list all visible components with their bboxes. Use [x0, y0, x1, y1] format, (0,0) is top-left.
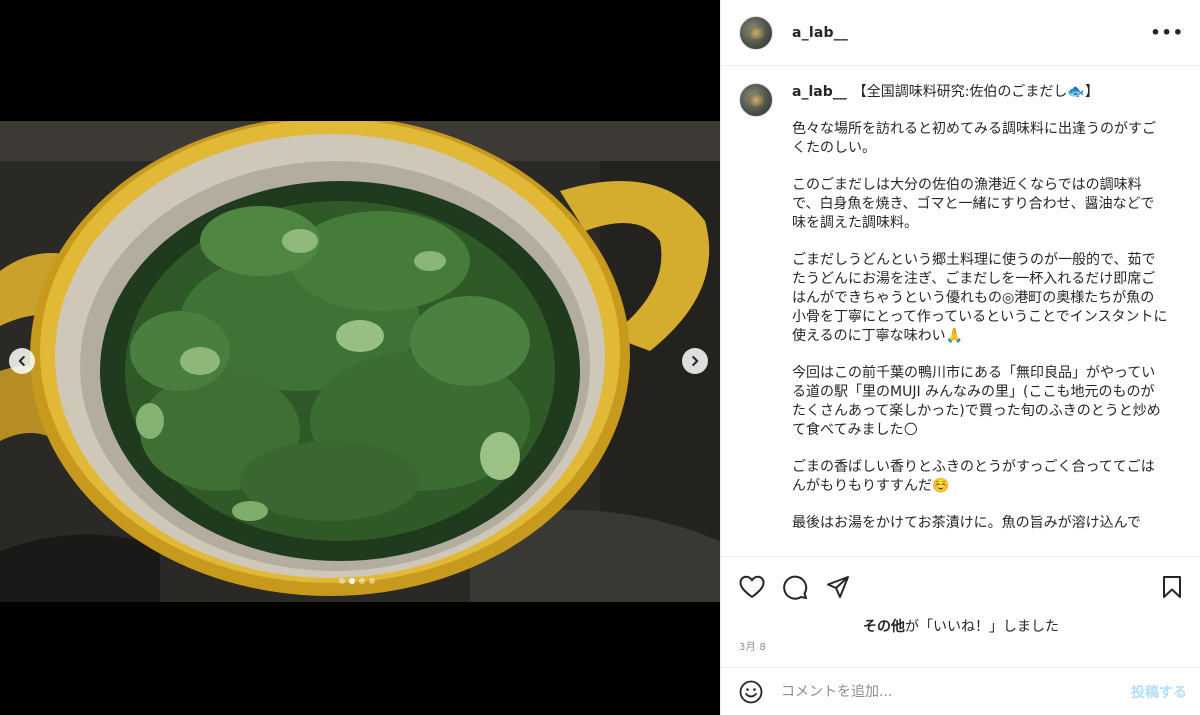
caption-title: 【全国調味料研究:佐伯のごまだし🐟】 [852, 84, 1099, 100]
comment-icon [783, 575, 808, 600]
media-panel [0, 0, 720, 715]
post-photo [0, 121, 720, 602]
emoji-icon [739, 680, 763, 703]
comment-button[interactable] [780, 572, 810, 602]
caption-paragraph: 今回はこの前千葉の鴨川市にある「無印良品」がやっている道の駅「里のMUJI みん… [792, 365, 1161, 438]
post-date[interactable]: 3月 8 [739, 638, 766, 653]
avatar[interactable] [739, 83, 773, 117]
header-username[interactable]: a_lab__ [792, 25, 848, 41]
like-button[interactable] [737, 572, 767, 602]
likes-suffix: が「いいね！」しました [905, 619, 1059, 635]
post-dialog: a_lab__ ••• a_lab__ 【全国調味料研究:佐伯のごまだし🐟】 色々… [0, 0, 1200, 715]
chevron-left-icon [18, 356, 25, 366]
post-comment-button[interactable]: 投稿する [1131, 682, 1187, 702]
caption-paragraph: 色々な場所を訪れると初めてみる調味料に出逢うのがすごくたのしい。 [792, 121, 1156, 156]
post-header: a_lab__ ••• [721, 0, 1200, 66]
bookmark-icon [1163, 575, 1181, 598]
more-options-icon[interactable]: ••• [1150, 24, 1184, 41]
caption-paragraph: 最後はお湯をかけてお茶漬けに。魚の旨みが溶け込んで [792, 515, 1141, 531]
carousel-dot [339, 578, 345, 584]
caption-paragraph: ごまだしうどんという郷土料理に使うのが一般的で、茹でたうどんにお湯を注ぎ、ごまだ… [792, 252, 1168, 344]
post-side-panel: a_lab__ ••• a_lab__ 【全国調味料研究:佐伯のごまだし🐟】 色々… [720, 0, 1200, 715]
caption-area: a_lab__ 【全国調味料研究:佐伯のごまだし🐟】 色々な場所を訪れると初めてみ… [721, 67, 1200, 556]
share-icon [827, 575, 849, 598]
carousel-next-button[interactable] [682, 348, 708, 374]
emoji-button[interactable] [738, 679, 764, 705]
likes-others[interactable]: その他 [863, 619, 905, 635]
comment-input[interactable] [781, 683, 1131, 700]
heart-icon [739, 575, 765, 598]
carousel-dot [369, 578, 375, 584]
caption-text: a_lab__ 【全国調味料研究:佐伯のごまだし🐟】 色々な場所を訪れると初めてみ… [792, 83, 1168, 533]
likes-text[interactable]: その他が「いいね！」しました [721, 618, 1200, 636]
chevron-right-icon [692, 356, 699, 366]
caption-paragraph: ごまの香ばしい香りとふきのとうがすっごく合っててごはんがもりもりすすんだ☺️ [792, 459, 1155, 494]
share-button[interactable] [823, 572, 853, 602]
caption-username[interactable]: a_lab__ [792, 84, 847, 100]
caption-paragraph: このごまだしは大分の佐伯の漁港近くならではの調味料で、白身魚を焼き、ゴマと一緒に… [792, 177, 1155, 231]
carousel-prev-button[interactable] [9, 348, 35, 374]
save-button[interactable] [1157, 572, 1187, 602]
avatar[interactable] [739, 15, 773, 50]
carousel-indicator [339, 578, 375, 584]
action-bar [721, 556, 1200, 616]
carousel-dot [349, 578, 355, 584]
comment-box: 投稿する [721, 667, 1200, 715]
carousel-dot [359, 578, 365, 584]
